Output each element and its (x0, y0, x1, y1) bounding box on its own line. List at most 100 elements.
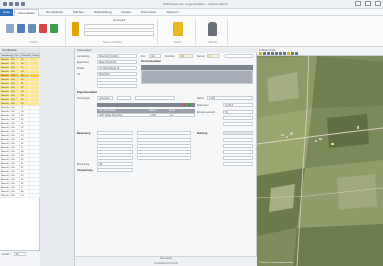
street-field[interactable]: Am Mönchsweg 14 (97, 66, 137, 70)
form-field[interactable] (223, 144, 253, 148)
column-header[interactable]: Fläche (31, 54, 40, 57)
field-label: Fläche (197, 97, 205, 100)
table-cell: 003 (10, 178, 20, 181)
nenner-field[interactable]: 0 (207, 54, 219, 58)
filter-dropdown[interactable] (84, 31, 154, 36)
remark-field[interactable]: LW (97, 162, 133, 166)
extra-field[interactable] (97, 78, 137, 82)
table-cell: Mönchhof (1, 78, 10, 81)
aerial-map[interactable]: © Bayerische Vermessungsverwaltung (257, 48, 383, 266)
option-field[interactable] (223, 122, 253, 126)
usage-field-3[interactable] (135, 96, 175, 100)
layer-icon[interactable] (287, 52, 290, 55)
usage-field[interactable]: Ackerland (97, 96, 113, 100)
add-row-icon[interactable] (188, 103, 191, 106)
table-cell: 46 (20, 182, 30, 185)
form-field[interactable] (223, 138, 253, 142)
tab-kosten[interactable]: Kosten (119, 9, 134, 15)
redo-icon[interactable] (21, 2, 25, 6)
area-field[interactable]: 2.354 (207, 96, 253, 100)
option-field[interactable] (223, 116, 253, 120)
tab-vollstreckung[interactable]: Vollstreckung (91, 9, 115, 15)
form-field[interactable] (137, 156, 191, 160)
table-cell (30, 170, 40, 173)
form-field[interactable] (223, 162, 253, 166)
lock-icon[interactable] (208, 22, 217, 36)
flur-field[interactable]: 001 (149, 54, 161, 58)
tab-stammdaten[interactable]: Stammdaten (14, 8, 40, 16)
pan-icon[interactable] (259, 52, 262, 55)
undo-icon[interactable] (15, 2, 19, 6)
table-cell: 003 (10, 122, 20, 125)
owner-field[interactable]: Maier Rudolf 39 (97, 60, 137, 64)
form-field[interactable] (97, 150, 133, 154)
table-cell: Mönchhof (1, 150, 10, 153)
city-field[interactable]: Mönchhof (97, 72, 137, 76)
lease-field[interactable] (97, 168, 133, 172)
file-menu-button[interactable]: Datei (0, 9, 13, 16)
new-record-icon[interactable] (6, 24, 14, 33)
form-field[interactable] (137, 138, 191, 142)
refresh-icon[interactable] (50, 24, 58, 33)
minimize-button[interactable] (355, 1, 361, 6)
aux-field[interactable] (225, 54, 253, 58)
valuation-field[interactable] (97, 131, 133, 135)
valuation-field-2[interactable] (137, 131, 191, 135)
extra-field[interactable] (97, 84, 137, 88)
column-header[interactable]: Flurstück (21, 54, 32, 57)
column-header[interactable]: Flur (13, 54, 21, 57)
search-input[interactable] (84, 24, 154, 29)
table-column: Grundbuchblatt (99, 109, 116, 112)
info-icon[interactable] (279, 52, 282, 55)
filter-icon[interactable] (72, 22, 79, 36)
table-row[interactable]: 1667 Mühle Mönchhof 2.354 1/1 (97, 113, 195, 117)
form-field[interactable] (223, 156, 253, 160)
form-field[interactable] (97, 138, 133, 142)
grid-view-icon[interactable] (28, 24, 36, 33)
open-record-icon[interactable] (17, 24, 25, 33)
tab-flaechen[interactable]: Flächen (70, 9, 87, 15)
export-icon[interactable] (173, 22, 183, 36)
table-cell: 002 (10, 114, 20, 117)
refresh-map-icon[interactable] (295, 52, 298, 55)
ribbon-group-export: Export (160, 18, 196, 45)
column-header[interactable]: Gemarkung (0, 54, 14, 57)
tab-grundstuecke[interactable]: Grundstücke (43, 9, 66, 15)
yield-field[interactable]: 54 (223, 110, 253, 114)
delete-icon[interactable] (39, 24, 47, 33)
table-cell: 23 (20, 90, 30, 93)
table-cell: 34 (20, 134, 30, 137)
table-cell: 16 (20, 62, 30, 65)
usage-field-2[interactable] (117, 96, 131, 100)
print-icon[interactable] (283, 52, 286, 55)
tab-kommunen[interactable]: Kommunen (138, 9, 159, 15)
form-field[interactable] (97, 144, 133, 148)
table-cell (30, 82, 40, 85)
maximize-button[interactable] (365, 1, 371, 6)
flurstueck-field[interactable]: 19 (179, 54, 193, 58)
table-row[interactable]: Mönchhof 003 49 (0, 194, 40, 198)
remove-row-icon[interactable] (183, 103, 186, 106)
table-cell: 25 (20, 98, 30, 101)
home-icon[interactable] (291, 52, 294, 55)
form-field[interactable] (223, 150, 253, 154)
table-cell (30, 74, 40, 77)
form-field[interactable] (137, 144, 191, 148)
measure-icon[interactable] (271, 52, 274, 55)
zoom-in-icon[interactable] (263, 52, 266, 55)
tab-optionen[interactable]: Optionen (163, 9, 181, 15)
table-cell: 003 (10, 162, 20, 165)
close-button[interactable] (375, 1, 381, 6)
table-cell: Mönchhof (1, 194, 10, 197)
save-icon[interactable] (9, 2, 13, 6)
table-cell: 22 (20, 86, 30, 89)
field-label: Bodenwert (197, 104, 209, 107)
table-cell (30, 118, 40, 121)
form-field[interactable] (137, 150, 191, 154)
gemarkung-field[interactable]: Mönchhof (14001) (97, 54, 137, 58)
zoom-out-icon[interactable] (267, 52, 270, 55)
table-cell: 003 (10, 142, 20, 145)
land-value-field[interactable]: 12,50 € (223, 103, 253, 107)
form-field[interactable] (97, 156, 133, 160)
select-icon[interactable] (275, 52, 278, 55)
